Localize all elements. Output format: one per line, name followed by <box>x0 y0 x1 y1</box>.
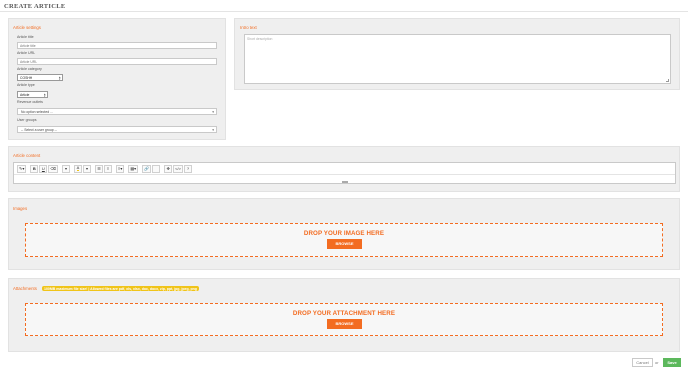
select-arrows-icon: ▴ ▾ <box>58 74 61 81</box>
resize-handle-icon[interactable] <box>666 79 669 82</box>
article-category-value: COSHH <box>20 76 33 80</box>
article-type-label: Article type <box>17 83 35 87</box>
unordered-list-button[interactable]: ☰ <box>95 164 104 173</box>
bold-button[interactable]: B <box>30 164 39 173</box>
eraser-icon: ⌫ <box>50 165 57 171</box>
intro-text-heading: Intro text <box>240 25 257 30</box>
chevron-down-icon: ▾ <box>212 110 214 114</box>
or-separator: or <box>655 360 659 365</box>
article-settings-panel: Article settings Article title Article U… <box>8 18 226 140</box>
bold-icon: B <box>32 165 36 171</box>
blank-button[interactable] <box>152 164 161 173</box>
underline-icon: U <box>41 165 45 171</box>
intro-text-textarea[interactable]: Short description <box>244 34 671 84</box>
code-view-button[interactable]: </> <box>173 164 183 173</box>
article-title-input[interactable] <box>17 42 217 49</box>
intro-text-panel: Intro text Short description <box>234 18 680 90</box>
underline-button[interactable]: U <box>39 164 48 173</box>
unordered-list-icon: ☰ <box>97 165 101 171</box>
help-button[interactable]: ? <box>183 164 192 173</box>
image-drop-title: DROP YOUR IMAGE HERE <box>303 230 385 237</box>
article-url-label: Article URL <box>17 51 36 55</box>
ordered-list-button[interactable]: ≡ <box>104 164 113 173</box>
ordered-list-icon: ≡ <box>106 165 110 171</box>
article-category-label: Article category <box>17 67 42 71</box>
color-dropdown-button[interactable]: ▾ <box>83 164 92 173</box>
header-divider <box>0 11 688 12</box>
fullscreen-button[interactable]: ✥ <box>164 164 173 173</box>
chevron-down-icon: ▾ <box>212 128 214 132</box>
image-browse-button[interactable]: BROWSE <box>327 239 362 249</box>
user-groups-value: -- Select a user group -- <box>21 128 57 132</box>
user-groups-select[interactable]: -- Select a user group -- ▾ <box>17 126 217 133</box>
table-icon: ▦▾ <box>130 165 137 171</box>
attachments-heading: Attachments <box>13 286 37 291</box>
link-icon: 🔗 <box>144 165 150 171</box>
text-color-button[interactable]: A <box>74 164 83 173</box>
article-type-select[interactable]: Article ▴ ▾ <box>17 91 48 98</box>
help-icon: ? <box>186 165 190 171</box>
attachments-panel: Attachments 100MB maximum file size! | A… <box>8 278 680 352</box>
editor-resize-icon[interactable] <box>341 181 348 183</box>
code-view-icon: </> <box>175 165 181 171</box>
align-button[interactable]: ≡▾ <box>116 164 125 173</box>
font-size-icon: ▾ <box>65 165 68 171</box>
article-settings-heading: Article settings <box>13 25 41 30</box>
article-url-input[interactable] <box>17 58 217 65</box>
article-type-value: Article <box>20 93 30 97</box>
attachment-browse-button[interactable]: BROWSE <box>327 319 362 329</box>
magic-wand-icon: ✎▾ <box>19 165 25 171</box>
article-content-heading: Article content <box>13 153 41 158</box>
eraser-button[interactable]: ⌫ <box>48 164 59 173</box>
text-color-icon: A <box>76 165 80 171</box>
article-content-panel: Article content ✎▾ B U ⌫ ▾ A ▾ ☰ ≡ ≡▾ ▦▾ 🔗 ✥ </>? <box>8 146 680 192</box>
revenue-outlets-select[interactable]: No option selected ... ▾ <box>17 108 217 115</box>
font-size-button[interactable]: ▾ <box>62 164 71 173</box>
link-button[interactable]: 🔗 <box>142 164 152 173</box>
revenue-outlets-label: Revenue outlets <box>17 100 43 104</box>
save-button[interactable]: Save <box>663 358 681 367</box>
cancel-button[interactable]: Cancel <box>632 358 653 367</box>
attachment-dropzone[interactable]: DROP YOUR ATTACHMENT HERE BROWSE <box>25 303 663 336</box>
file-size-hint-badge: 100MB maximum file size! | Allowed files… <box>42 286 199 291</box>
fullscreen-icon: ✥ <box>166 165 170 171</box>
select-arrows-icon: ▴ ▾ <box>43 91 46 98</box>
images-heading: Images <box>13 206 28 211</box>
attachment-drop-title: DROP YOUR ATTACHMENT HERE <box>292 310 396 317</box>
magic-wand-button[interactable]: ✎▾ <box>17 164 27 173</box>
editor-toolbar: ✎▾ B U ⌫ ▾ A ▾ ☰ ≡ ≡▾ ▦▾ 🔗 ✥ </>? <box>14 163 675 175</box>
article-title-label: Article title <box>17 35 34 39</box>
page-title: CREATE ARTICLE <box>4 3 66 10</box>
article-category-select[interactable]: COSHH ▴ ▾ <box>17 74 63 81</box>
color-dropdown-icon: ▾ <box>86 165 89 171</box>
images-panel: Images DROP YOUR IMAGE HERE BROWSE <box>8 198 680 270</box>
rich-text-editor[interactable]: ✎▾ B U ⌫ ▾ A ▾ ☰ ≡ ≡▾ ▦▾ 🔗 ✥ </>? <box>13 162 676 184</box>
intro-text-placeholder: Short description <box>247 37 273 41</box>
revenue-outlets-value: No option selected ... <box>21 110 53 114</box>
table-button[interactable]: ▦▾ <box>128 164 139 173</box>
align-icon: ≡▾ <box>118 165 123 171</box>
user-groups-label: User groups <box>17 118 37 122</box>
image-dropzone[interactable]: DROP YOUR IMAGE HERE BROWSE <box>25 223 663 257</box>
